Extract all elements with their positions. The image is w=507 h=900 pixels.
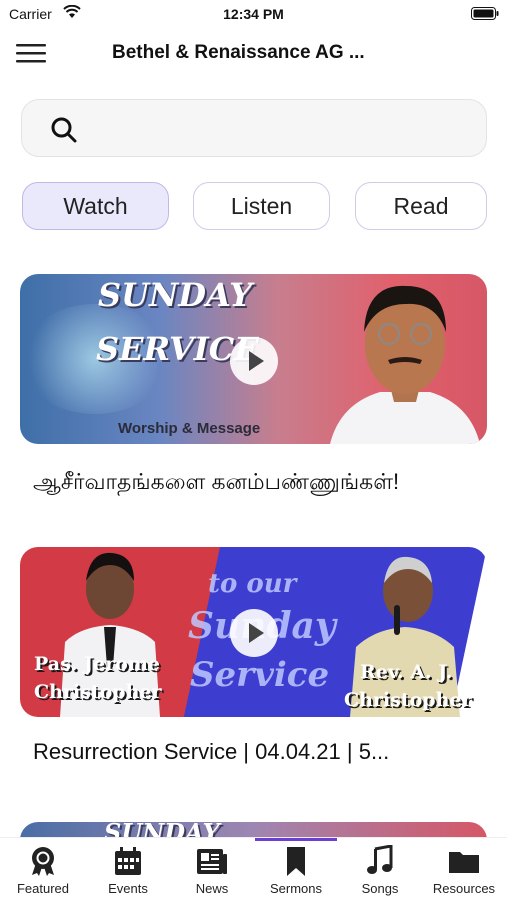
speaker-name-left-line2: Christopher xyxy=(34,681,162,703)
search-icon xyxy=(51,117,77,143)
nav-news[interactable]: News xyxy=(169,843,255,897)
award-icon xyxy=(32,847,54,876)
speaker-name-right-line1: Rev. A. J. xyxy=(360,661,453,683)
sermon-title[interactable]: ஆசீர்வாதங்களை கனம்பண்ணுங்கள்! xyxy=(33,469,399,498)
tab-listen-label: Listen xyxy=(230,192,293,219)
tab-watch-label: Watch xyxy=(63,192,128,219)
navigation-bar: Bethel & Renaissance AG ... xyxy=(0,30,507,76)
page-title: Bethel & Renaissance AG ... xyxy=(112,42,365,63)
speaker-portrait xyxy=(330,285,480,444)
thumbnail-subtitle: Worship & Message xyxy=(118,420,261,437)
sermon-thumbnail[interactable]: SUNDAY SERVICE Worship & Message xyxy=(20,274,487,444)
nav-news-label: News xyxy=(195,881,229,896)
nav-resources-label: Resources xyxy=(432,881,496,896)
music-note-icon xyxy=(367,845,393,874)
nav-songs-label: Songs xyxy=(361,881,399,896)
tab-watch[interactable]: Watch xyxy=(22,182,169,230)
play-button[interactable] xyxy=(230,337,278,385)
folder-icon xyxy=(449,852,479,873)
tab-listen[interactable]: Listen xyxy=(193,182,330,230)
nav-resources[interactable]: Resources xyxy=(421,843,507,897)
banner-line1: to our xyxy=(208,569,297,599)
tab-read-label: Read xyxy=(393,192,449,219)
nav-featured-label: Featured xyxy=(16,881,70,896)
speaker-name-right-line2: Christopher xyxy=(344,689,472,711)
status-bar: Carrier 12:34 PM xyxy=(0,0,507,30)
speaker-name-left-line1: Pas. Jerome xyxy=(34,653,160,675)
tab-read[interactable]: Read xyxy=(355,182,487,230)
battery-icon xyxy=(471,7,499,20)
status-time: 12:34 PM xyxy=(223,6,284,22)
bookmark-icon xyxy=(287,847,305,876)
banner-line3: Service xyxy=(190,655,330,695)
calendar-icon xyxy=(115,847,141,875)
search-bar[interactable] xyxy=(21,99,487,157)
play-button[interactable] xyxy=(230,609,278,657)
nav-sermons-label: Sermons xyxy=(269,881,323,896)
active-tab-indicator xyxy=(255,838,337,841)
nav-featured[interactable]: Featured xyxy=(0,843,86,897)
hamburger-menu-icon[interactable] xyxy=(16,42,46,64)
sermon-title[interactable]: Resurrection Service | 04.04.21 | 5... xyxy=(33,739,389,765)
newspaper-icon xyxy=(197,849,227,874)
nav-events[interactable]: Events xyxy=(85,843,171,897)
thumbnail-title-line1: SUNDAY xyxy=(98,276,253,314)
nav-events-label: Events xyxy=(108,881,148,896)
nav-sermons[interactable]: Sermons xyxy=(253,843,339,897)
sermon-thumbnail[interactable]: to our Sunday Service Pas. Jerome Christ… xyxy=(20,547,487,717)
search-input[interactable] xyxy=(92,110,472,148)
nav-songs[interactable]: Songs xyxy=(337,843,423,897)
